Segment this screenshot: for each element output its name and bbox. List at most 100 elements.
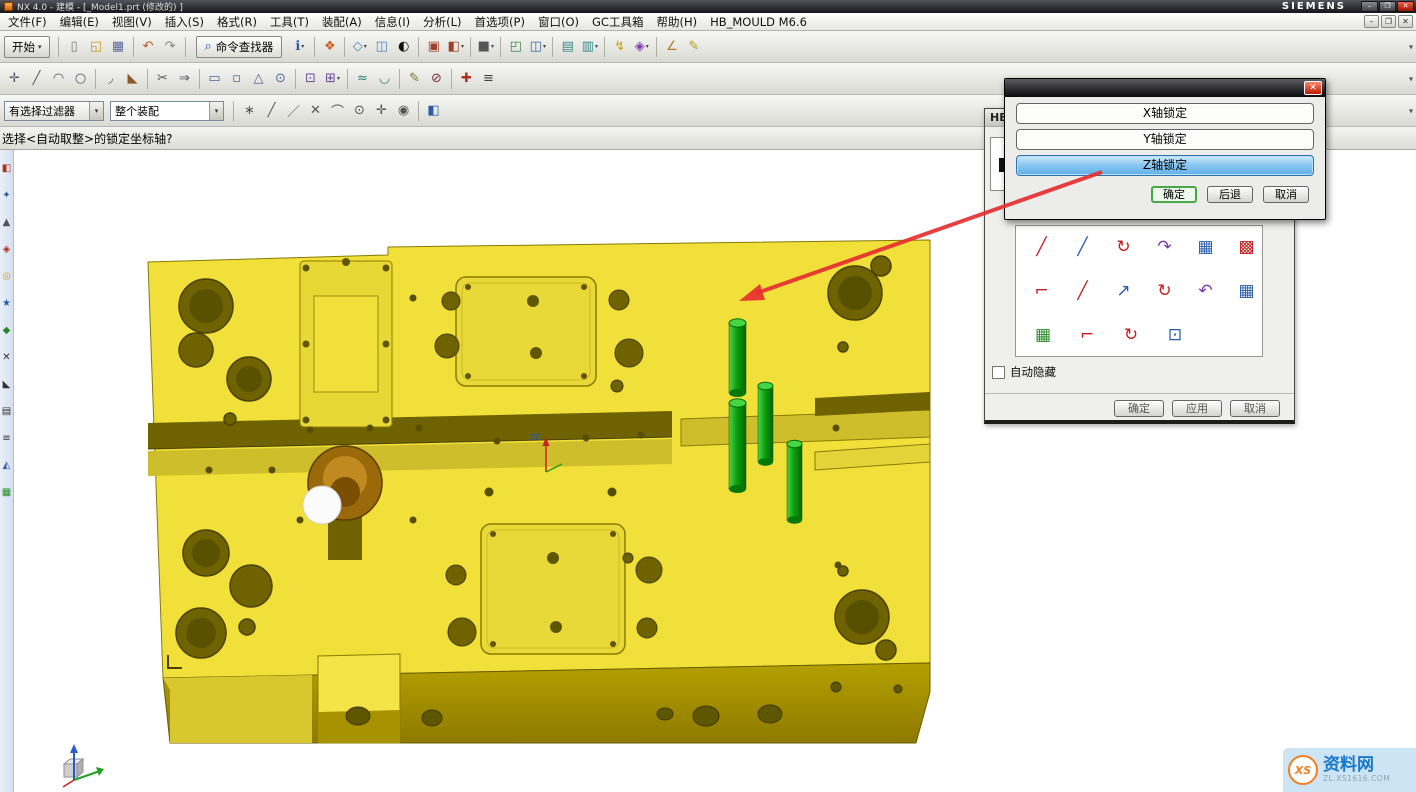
info-icon[interactable]: ℹ▾ xyxy=(289,36,310,57)
constraint-grid2-icon[interactable]: ▦ xyxy=(1235,278,1258,304)
snap-point-icon[interactable]: ∗ xyxy=(239,100,260,121)
close-icon[interactable]: ✕ xyxy=(1304,81,1322,95)
constraint-line-blue-icon[interactable]: ╱ xyxy=(1071,234,1094,260)
panel-ok-button[interactable]: 确定 xyxy=(1114,400,1164,417)
restore-icon[interactable]: ❐ xyxy=(1379,1,1396,12)
dock-assembly-navigator-icon[interactable]: ✦ xyxy=(2,191,10,201)
arc-icon[interactable]: ◠ xyxy=(48,68,69,89)
sweep-icon[interactable]: ≈ xyxy=(352,68,373,89)
dock-palette-icon[interactable]: ◆ xyxy=(3,326,11,336)
shaded-display-icon[interactable]: ◐ xyxy=(393,36,414,57)
doc-restore-icon[interactable]: ❐ xyxy=(1381,15,1396,28)
measure-icon[interactable]: ∠ xyxy=(661,36,682,57)
menu-item-item[interactable]: 文件(F) xyxy=(2,13,53,31)
hole-icon[interactable]: ⊙ xyxy=(270,68,291,89)
dock-reuse-library-icon[interactable]: ◎ xyxy=(2,272,11,282)
command-finder-button[interactable]: ⌕ 命令查找器 xyxy=(196,36,283,58)
view-layout-icon[interactable]: ❖ xyxy=(319,36,340,57)
minimize-icon[interactable]: – xyxy=(1361,1,1378,12)
save-icon[interactable]: ▦ xyxy=(108,36,129,57)
extrude-icon[interactable]: ▣ xyxy=(423,36,444,57)
toolbar-overflow-icon[interactable]: ▾ xyxy=(1409,74,1413,83)
snap-endpoint-icon[interactable]: ╱ xyxy=(261,100,282,121)
menu-item-item[interactable]: 分析(L) xyxy=(417,13,467,31)
solid-body-icon[interactable]: ◧ xyxy=(423,100,444,121)
menu-item-item[interactable]: 首选项(P) xyxy=(469,13,531,31)
dock-menu-icon[interactable]: ≡ xyxy=(2,434,10,444)
dialog-titlebar[interactable]: ✕ xyxy=(1005,79,1325,97)
panel-cancel-button[interactable]: 取消 xyxy=(1230,400,1280,417)
dock-close-icon[interactable]: ✕ xyxy=(2,353,10,363)
menu-item-item[interactable]: 视图(V) xyxy=(106,13,158,31)
gem-tool-icon[interactable]: ◈▾ xyxy=(631,36,652,57)
mirror-icon[interactable]: ⊡ xyxy=(300,68,321,89)
pad-icon[interactable]: ▭ xyxy=(204,68,225,89)
dock-web-browser-icon[interactable]: ★ xyxy=(2,299,11,309)
assembly-icon[interactable]: ◰ xyxy=(505,36,526,57)
dock-grid-icon[interactable]: ▦ xyxy=(2,488,11,498)
spark-tool-icon[interactable]: ↯ xyxy=(609,36,630,57)
constraint-corner-icon[interactable]: ⌐ xyxy=(1030,278,1053,304)
constraint-box-icon[interactable]: ⊡ xyxy=(1162,322,1188,348)
constraint-diagonal-icon[interactable]: ╱ xyxy=(1071,278,1094,304)
table-icon[interactable]: ▥▾ xyxy=(579,36,600,57)
undo-icon[interactable]: ↶ xyxy=(138,36,159,57)
mold-plate-model[interactable] xyxy=(148,240,930,743)
dialog-cancel-button[interactable]: 取消 xyxy=(1263,186,1309,203)
doc-close-icon[interactable]: ✕ xyxy=(1398,15,1413,28)
sketch-icon[interactable]: ◇▾ xyxy=(349,36,370,57)
close-icon[interactable]: ✕ xyxy=(1397,1,1414,12)
mate-constraint-icon[interactable]: ◫▾ xyxy=(527,36,548,57)
snap-arc-icon[interactable]: ⌒ xyxy=(327,100,348,121)
snap-existing-point-icon[interactable]: ◉ xyxy=(393,100,414,121)
menu-item-item[interactable]: 信息(I) xyxy=(369,13,416,31)
constraint-line-red-icon[interactable]: ╱ xyxy=(1030,234,1053,260)
fillet-icon[interactable]: ◞ xyxy=(100,68,121,89)
panel-apply-button[interactable]: 应用 xyxy=(1172,400,1222,417)
menu-item-item[interactable]: 编辑(E) xyxy=(54,13,105,31)
dock-list-icon[interactable]: ▤ xyxy=(2,407,11,417)
start-menu-button[interactable]: 开始 ▾ xyxy=(4,36,50,58)
dock-history-icon[interactable]: ◈ xyxy=(3,245,11,255)
constraint-rotate3-icon[interactable]: ↻ xyxy=(1118,322,1144,348)
menu-item-item[interactable]: GC工具箱 xyxy=(586,13,649,31)
block-icon[interactable]: ■▾ xyxy=(475,36,496,57)
constraint-rotate-icon[interactable]: ↻ xyxy=(1112,234,1135,260)
menu-item-item[interactable]: 装配(A) xyxy=(316,13,368,31)
snap-intersection-icon[interactable]: ✕ xyxy=(305,100,326,121)
pocket-icon[interactable]: ▫ xyxy=(226,68,247,89)
dock-constraint-icon[interactable]: ▲ xyxy=(3,218,11,228)
offset-icon[interactable]: ⇒ xyxy=(174,68,195,89)
new-icon[interactable]: ▯ xyxy=(64,36,85,57)
dock-part-navigator-icon[interactable]: ◧ xyxy=(2,164,11,174)
redo-icon[interactable]: ↷ xyxy=(160,36,181,57)
menu-item-item[interactable]: 帮助(H) xyxy=(650,13,703,31)
constraint-swing2-icon[interactable]: ↶ xyxy=(1194,278,1217,304)
z-axis-lock-button[interactable]: Z轴锁定 xyxy=(1016,155,1314,176)
menu-item-item[interactable]: 窗口(O) xyxy=(532,13,585,31)
datum-plane-icon[interactable]: ◫ xyxy=(371,36,392,57)
boss-icon[interactable]: △ xyxy=(248,68,269,89)
menu-item-item[interactable]: 格式(R) xyxy=(211,13,263,31)
edit-feature-icon[interactable]: ✎ xyxy=(404,68,425,89)
constraint-vector-icon[interactable]: ↗ xyxy=(1112,278,1135,304)
wcs-icon[interactable]: ✚ xyxy=(456,68,477,89)
line-icon[interactable]: ╱ xyxy=(26,68,47,89)
y-axis-lock-button[interactable]: Y轴锁定 xyxy=(1016,129,1314,150)
open-icon[interactable]: ◱ xyxy=(86,36,107,57)
constraint-rotate2-icon[interactable]: ↻ xyxy=(1153,278,1176,304)
revolve-icon[interactable]: ◧▾ xyxy=(445,36,466,57)
constraint-swing-icon[interactable]: ↷ xyxy=(1153,234,1176,260)
dock-corner-icon[interactable]: ◣ xyxy=(3,380,11,390)
chamfer-icon[interactable]: ◣ xyxy=(122,68,143,89)
annotate-icon[interactable]: ✎ xyxy=(683,36,704,57)
loft-icon[interactable]: ◡ xyxy=(374,68,395,89)
constraint-corner2-icon[interactable]: ⌐ xyxy=(1074,322,1100,348)
point-icon[interactable]: ✛ xyxy=(4,68,25,89)
snap-midpoint-icon[interactable]: ／ xyxy=(283,100,304,121)
toolbar-overflow-icon[interactable]: ▾ xyxy=(1409,42,1413,51)
x-axis-lock-button[interactable]: X轴锁定 xyxy=(1016,103,1314,124)
toolbar-overflow-icon[interactable]: ▾ xyxy=(1409,106,1413,115)
doc-minimize-icon[interactable]: – xyxy=(1364,15,1379,28)
trim-icon[interactable]: ✂ xyxy=(152,68,173,89)
